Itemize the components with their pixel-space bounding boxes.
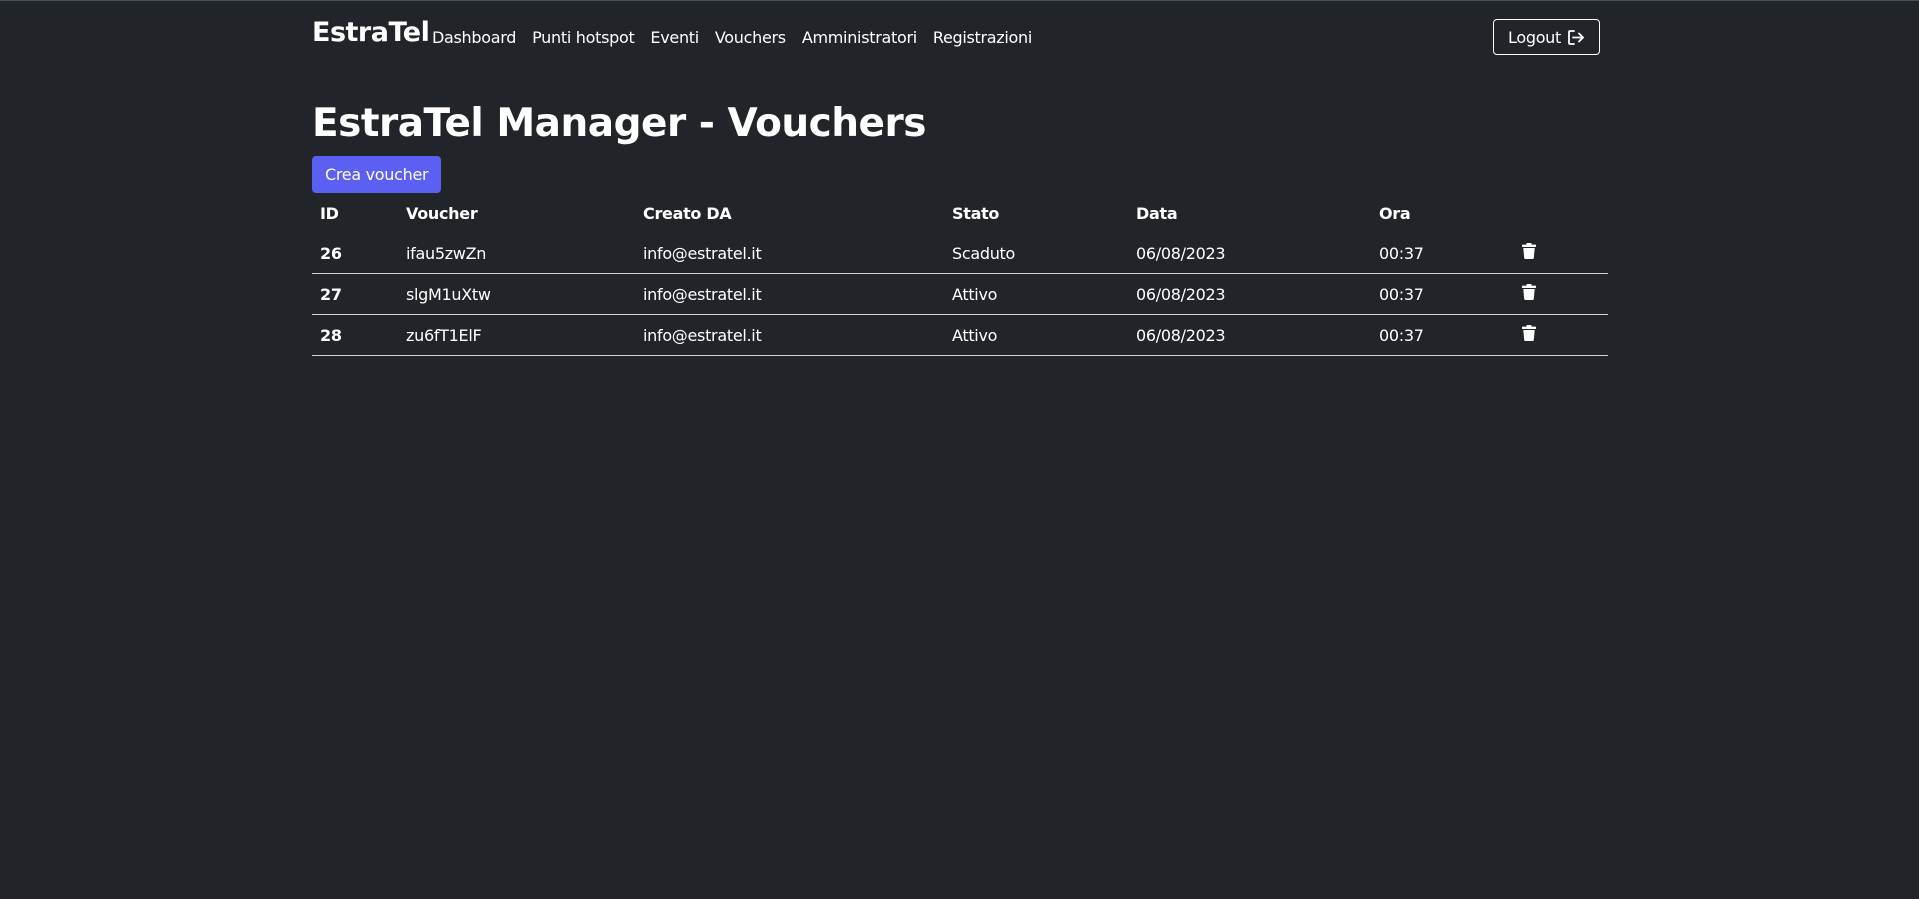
table-row: 27 slgM1uXtw info@estratel.it Attivo 06/… (312, 273, 1608, 315)
trash-icon[interactable] (1522, 325, 1536, 345)
cell-id: 28 (312, 314, 398, 356)
page-title: EstraTel Manager - Vouchers (312, 101, 926, 146)
cell-id: 27 (312, 273, 398, 315)
cell-actions (1514, 233, 1608, 274)
header-voucher: Voucher (406, 203, 478, 223)
cell-voucher: zu6fT1ElF (398, 314, 635, 356)
table-row: 26 ifau5zwZn info@estratel.it Scaduto 06… (312, 233, 1608, 274)
cell-data: 06/08/2023 (1128, 233, 1371, 274)
logout-button[interactable]: Logout (1493, 19, 1600, 55)
sign-out-icon (1568, 29, 1585, 45)
header-ora: Ora (1379, 203, 1411, 223)
table-header-row: ID Voucher Creato DA Stato Data Ora (312, 193, 1608, 233)
trash-icon[interactable] (1522, 243, 1536, 263)
cell-actions (1514, 314, 1608, 356)
cell-id: 26 (312, 233, 398, 274)
nav-link-punti-hotspot[interactable]: Punti hotspot (532, 28, 635, 47)
cell-actions (1514, 273, 1608, 315)
logout-label: Logout (1508, 27, 1561, 47)
nav-link-eventi[interactable]: Eventi (650, 28, 699, 47)
header-actions (1514, 193, 1608, 233)
cell-voucher: slgM1uXtw (398, 273, 635, 315)
cell-stato: Scaduto (944, 233, 1128, 274)
trash-icon[interactable] (1522, 284, 1536, 304)
header-id: ID (320, 203, 339, 223)
cell-ora: 00:37 (1371, 314, 1514, 356)
header-data: Data (1136, 203, 1178, 223)
vouchers-table: ID Voucher Creato DA Stato Data Ora 26 i… (312, 193, 1608, 356)
cell-data: 06/08/2023 (1128, 314, 1371, 356)
cell-creato-da: info@estratel.it (635, 273, 944, 315)
nav-link-dashboard[interactable]: Dashboard (432, 28, 516, 47)
create-voucher-button[interactable]: Crea voucher (312, 156, 442, 193)
nav-link-amministratori[interactable]: Amministratori (802, 28, 917, 47)
nav-link-registrazioni[interactable]: Registrazioni (933, 28, 1032, 47)
cell-stato: Attivo (944, 314, 1128, 356)
header-creato-da: Creato DA (643, 203, 732, 223)
cell-voucher: ifau5zwZn (398, 233, 635, 274)
table-row: 28 zu6fT1ElF info@estratel.it Attivo 06/… (312, 314, 1608, 356)
nav-links: Dashboard Punti hotspot Eventi Vouchers … (432, 28, 1048, 47)
nav-link-vouchers[interactable]: Vouchers (715, 28, 786, 47)
navbar: EstraTel Dashboard Punti hotspot Eventi … (312, 0, 1608, 76)
cell-data: 06/08/2023 (1128, 273, 1371, 315)
brand-logo[interactable]: EstraTel (312, 17, 430, 48)
cell-stato: Attivo (944, 273, 1128, 315)
cell-ora: 00:37 (1371, 233, 1514, 274)
cell-ora: 00:37 (1371, 273, 1514, 315)
cell-creato-da: info@estratel.it (635, 233, 944, 274)
main-container: EstraTel Dashboard Punti hotspot Eventi … (312, 0, 1608, 356)
cell-creato-da: info@estratel.it (635, 314, 944, 356)
header-stato: Stato (952, 203, 1000, 223)
